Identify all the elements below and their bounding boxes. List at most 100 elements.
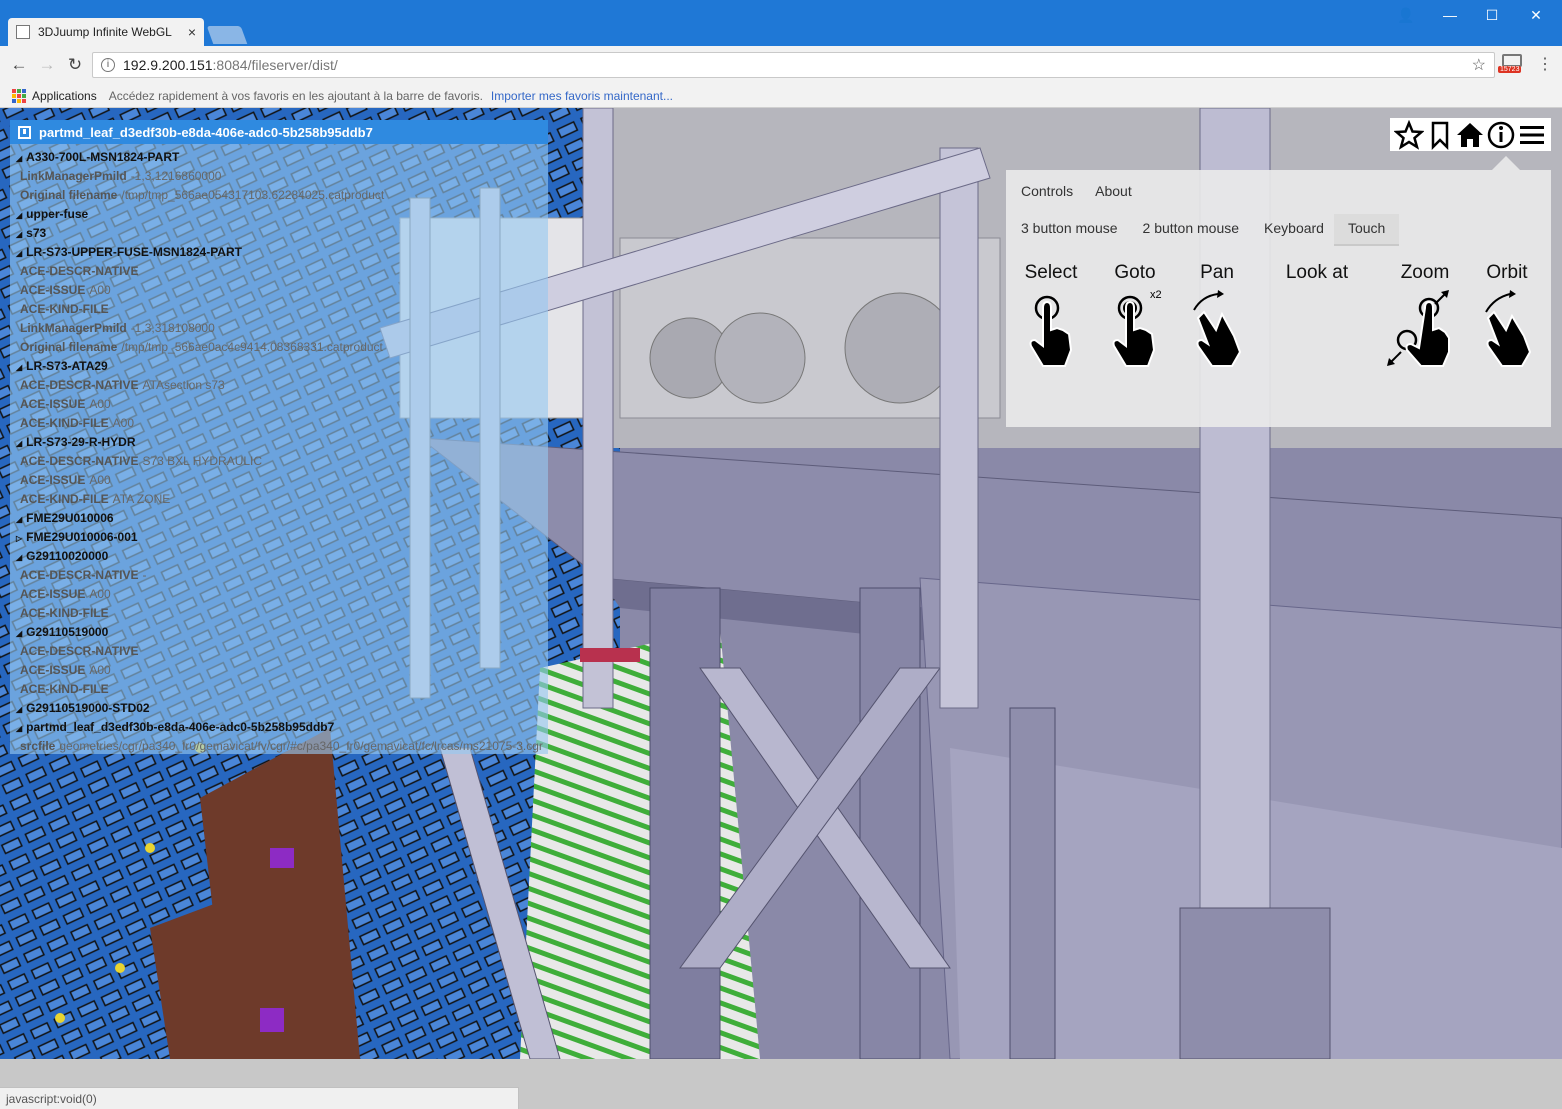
star-icon[interactable] — [1393, 119, 1425, 150]
attribute-key: ACE-ISSUE — [20, 397, 86, 411]
tree-attribute[interactable]: ACE-ISSUE A00 — [10, 281, 548, 300]
site-info-icon[interactable]: i — [101, 58, 115, 72]
home-icon[interactable] — [1455, 120, 1485, 150]
attribute-value: S73 BXL HYDRAULIC — [142, 454, 263, 468]
bookmark-star-icon[interactable]: ☆ — [1472, 55, 1486, 75]
tree-node[interactable]: ◢ G29110519000 — [10, 623, 548, 642]
tree-attribute[interactable]: LinkManagerPmild -1,3,318108000 — [10, 319, 548, 338]
bookmark-icon[interactable] — [1425, 120, 1455, 150]
cast-extension-icon[interactable]: 15723 — [1498, 54, 1524, 78]
apps-grid-icon[interactable] — [12, 88, 26, 103]
tree-attribute[interactable]: ACE-ISSUE A00 — [10, 661, 548, 680]
controls-panel: Controls About 3 button mouse 2 button m… — [1006, 170, 1551, 427]
new-tab-button[interactable] — [206, 26, 248, 44]
maximize-button[interactable]: ☐ — [1472, 4, 1512, 26]
browser-menu-icon[interactable]: ⋮ — [1537, 54, 1553, 74]
expand-arrow-icon[interactable]: ▷ — [16, 534, 22, 543]
user-profile-icon[interactable]: 👤 — [1386, 4, 1426, 26]
menu-icon[interactable] — [1517, 120, 1547, 150]
tree-node-label: G29110519000 — [26, 625, 109, 639]
attribute-key: ACE-ISSUE — [20, 283, 86, 297]
tree-attribute[interactable]: ACE-ISSUE A00 — [10, 471, 548, 490]
attribute-value: /tmp/tmp_566ae0ac4c9414.08368331.catprod… — [121, 340, 383, 354]
attribute-value: ATAsection s73 — [142, 378, 225, 392]
tree-attribute[interactable]: LinkManagerPmild -1,3,1216860000 — [10, 167, 548, 186]
tree-node[interactable]: ◢ G29110519000-STD02 — [10, 699, 548, 718]
collapse-arrow-icon[interactable]: ◢ — [16, 211, 22, 220]
address-bar[interactable]: i 192.9.200.151 :8084/fileserver/dist/ ☆ — [92, 52, 1495, 78]
attribute-key: ACE-DESCR-NATIVE — [20, 454, 139, 468]
tree-header[interactable]: partmd_leaf_d3edf30b-e8da-406e-adc0-5b25… — [10, 120, 548, 144]
tree-attribute[interactable]: ACE-KIND-FILE — [10, 300, 548, 319]
gesture-label: Pan — [1200, 262, 1234, 283]
controls-top-tabs: Controls About — [1021, 183, 1154, 199]
tree-node[interactable]: ◢ LR-S73-29-R-HYDR — [10, 433, 548, 452]
tree-attribute[interactable]: ACE-DESCR-NATIVE S73 BXL HYDRAULIC — [10, 452, 548, 471]
tree-node[interactable]: ◢ partmd_leaf_d3edf30b-e8da-406e-adc0-5b2… — [10, 718, 548, 737]
collapse-arrow-icon[interactable]: ◢ — [16, 230, 22, 239]
collapse-arrow-icon[interactable]: ◢ — [16, 363, 22, 372]
tree-node[interactable]: ◢ s73 — [10, 224, 548, 243]
collapse-arrow-icon[interactable]: ◢ — [16, 629, 22, 638]
tree-node[interactable]: ◢ upper-fuse — [10, 205, 548, 224]
tree-node[interactable]: ▷ FME29U010006-001 — [10, 528, 548, 547]
collapse-arrow-icon[interactable]: ◢ — [16, 439, 22, 448]
tree-attribute[interactable]: ACE-ISSUE A00 — [10, 585, 548, 604]
info-icon[interactable] — [1486, 120, 1516, 150]
close-window-button[interactable]: ✕ — [1516, 4, 1556, 26]
collapse-arrow-icon[interactable]: ◢ — [16, 724, 22, 733]
extension-badge: 15723 — [1498, 66, 1522, 73]
attribute-value: A00 — [89, 587, 111, 601]
tree-attribute[interactable]: ACE-KIND-FILE ATA ZONE — [10, 490, 548, 509]
import-bookmarks-link[interactable]: Importer mes favoris maintenant... — [491, 89, 673, 103]
tree-node[interactable]: ◢ LR-S73-UPPER-FUSE-MSN1824-PART — [10, 243, 548, 262]
tree-attribute[interactable]: srcfile geometries/cgr/pa340_fr0/gemavica… — [10, 737, 548, 754]
tree-node-label: upper-fuse — [26, 207, 89, 221]
tree-attribute[interactable]: ACE-DESCR-NATIVE ATAsection s73 — [10, 376, 548, 395]
collapse-arrow-icon[interactable]: ◢ — [16, 705, 22, 714]
tree-attribute[interactable]: ACE-DESCR-NATIVE — [10, 262, 548, 281]
tree-node[interactable]: ◢ G29110020000 — [10, 547, 548, 566]
gesture-orbit: Orbit — [1462, 262, 1552, 370]
tree-attribute[interactable]: ACE-KIND-FILE — [10, 680, 548, 699]
browser-tab[interactable]: 3DJuump Infinite WebGL × — [8, 18, 204, 46]
attribute-value: A00 — [89, 663, 111, 677]
tab-touch[interactable]: Touch — [1333, 214, 1400, 246]
reload-icon[interactable]: ↻ — [64, 54, 86, 76]
collapse-arrow-icon[interactable]: ◢ — [16, 154, 22, 163]
collapse-arrow-icon[interactable]: ◢ — [16, 249, 22, 258]
collapse-arrow-icon[interactable]: ◢ — [16, 515, 22, 524]
gesture-pan: Pan — [1172, 262, 1262, 370]
tab-controls[interactable]: Controls — [1021, 183, 1073, 199]
attribute-key: ACE-KIND-FILE — [20, 302, 109, 316]
bookmark-apps[interactable]: Applications — [32, 89, 97, 103]
tab-about[interactable]: About — [1095, 183, 1132, 199]
tree-attribute[interactable]: ACE-ISSUE A00 — [10, 395, 548, 414]
attribute-key: Original filename — [20, 340, 118, 354]
tree-node[interactable]: ◢ A330-700L-MSN1824-PART — [10, 148, 548, 167]
gesture-label: Zoom — [1400, 262, 1450, 283]
gesture-label: Select — [1024, 262, 1078, 283]
tab-close-icon[interactable]: × — [188, 24, 196, 40]
tree-node-label: s73 — [26, 226, 47, 240]
tab-3-button-mouse[interactable]: 3 button mouse — [1006, 214, 1128, 246]
tree-node[interactable]: ◢ FME29U010006 — [10, 509, 548, 528]
tab-keyboard[interactable]: Keyboard — [1249, 214, 1334, 246]
tree-node[interactable]: ◢ LR-S73-ATA29 — [10, 357, 548, 376]
tree-attribute[interactable]: ACE-KIND-FILE — [10, 604, 548, 623]
minimize-button[interactable]: — — [1430, 4, 1470, 26]
viewer-icon-bar — [1390, 118, 1551, 151]
gesture-zoom: Zoom — [1380, 262, 1470, 370]
tree-attribute[interactable]: ACE-DESCR-NATIVE - — [10, 566, 548, 585]
back-arrow-icon[interactable]: ← — [8, 54, 30, 76]
tree-attribute[interactable]: ACE-DESCR-NATIVE — [10, 642, 548, 661]
tree-attribute[interactable]: Original filename/tmp/tmp_566ae0ac4c9414… — [10, 338, 548, 357]
browser-toolbar: ← → ↻ i 192.9.200.151 :8084/fileserver/d… — [0, 46, 1562, 84]
tree-attribute[interactable]: ACE-KIND-FILE A00 — [10, 414, 548, 433]
collapse-arrow-icon[interactable]: ◢ — [16, 553, 22, 562]
tab-2-button-mouse[interactable]: 2 button mouse — [1128, 214, 1250, 246]
tree-attribute[interactable]: Original filename/tmp/tmp_566ae054317103… — [10, 186, 548, 205]
forward-arrow-icon[interactable]: → — [36, 54, 58, 76]
attribute-key: ACE-KIND-FILE — [20, 492, 109, 506]
page-favicon-icon — [16, 25, 30, 39]
